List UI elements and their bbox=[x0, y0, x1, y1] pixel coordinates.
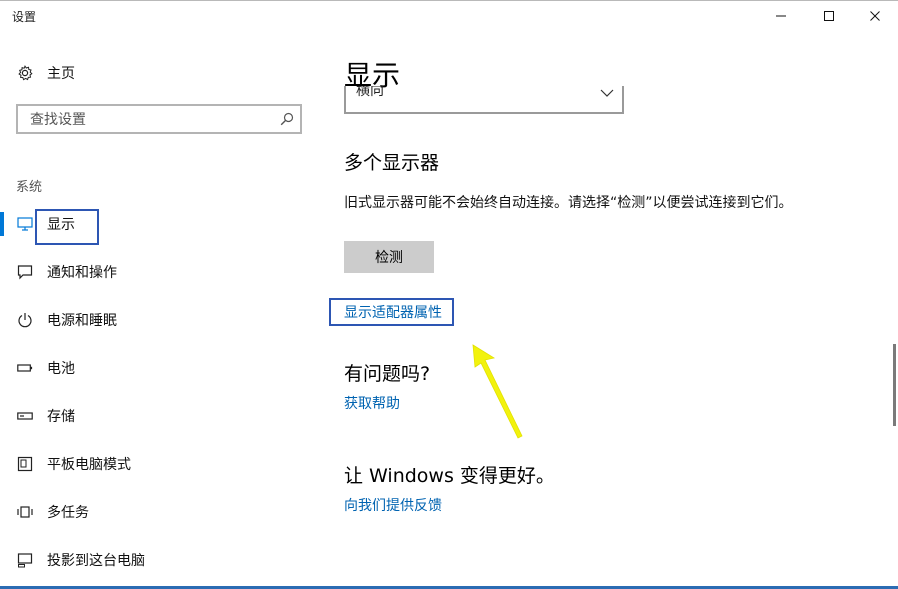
close-icon bbox=[870, 11, 880, 21]
battery-icon bbox=[16, 359, 34, 377]
sidebar-item-battery[interactable]: 电池 bbox=[16, 356, 296, 380]
sidebar-item-label: 通知和操作 bbox=[47, 265, 117, 281]
close-button[interactable] bbox=[852, 0, 898, 32]
sidebar-item-multitasking[interactable]: 多任务 bbox=[16, 500, 296, 524]
minimize-button[interactable] bbox=[758, 0, 804, 32]
make-windows-better-heading: 让 Windows 变得更好。 bbox=[344, 465, 555, 487]
get-help-link[interactable]: 获取帮助 bbox=[344, 393, 400, 413]
sidebar-item-project[interactable]: 投影到这台电脑 bbox=[16, 548, 296, 572]
search-box[interactable] bbox=[16, 104, 302, 134]
gear-icon bbox=[16, 64, 34, 82]
sidebar-item-label: 平板电脑模式 bbox=[47, 457, 131, 473]
question-heading: 有问题吗? bbox=[344, 363, 431, 385]
sidebar-item-notifications[interactable]: 通知和操作 bbox=[16, 260, 296, 284]
maximize-icon bbox=[824, 11, 834, 21]
search-icon bbox=[280, 112, 294, 126]
give-feedback-link[interactable]: 向我们提供反馈 bbox=[344, 495, 442, 515]
annotation-arrow-icon bbox=[472, 344, 523, 439]
search-input[interactable] bbox=[28, 111, 272, 129]
maximize-button[interactable] bbox=[806, 0, 852, 32]
power-icon bbox=[16, 311, 34, 329]
display-adapter-properties-link[interactable]: 显示适配器属性 bbox=[344, 302, 442, 322]
sidebar-item-label: 电池 bbox=[47, 361, 75, 377]
active-item-indicator bbox=[0, 212, 4, 236]
multiple-displays-description: 旧式显示器可能不会始终自动连接。请选择“检测”以便尝试连接到它们。 bbox=[344, 195, 793, 211]
monitor-icon bbox=[16, 215, 34, 233]
sidebar-item-tablet-mode[interactable]: 平板电脑模式 bbox=[16, 452, 296, 476]
multiple-displays-heading: 多个显示器 bbox=[344, 152, 440, 174]
scrollbar-thumb[interactable] bbox=[893, 344, 896, 426]
sidebar-home[interactable]: 主页 bbox=[16, 62, 276, 84]
minimize-icon bbox=[776, 15, 786, 17]
orientation-value: 横向 bbox=[356, 86, 384, 99]
multitasking-icon bbox=[16, 503, 34, 521]
sidebar-section-heading: 系统 bbox=[16, 180, 43, 195]
notification-icon bbox=[16, 263, 34, 281]
sidebar-item-label: 存储 bbox=[47, 409, 75, 425]
tablet-mode-icon bbox=[16, 455, 34, 473]
sidebar-home-label: 主页 bbox=[47, 66, 75, 82]
storage-icon bbox=[16, 407, 34, 425]
window-title: 设置 bbox=[12, 10, 37, 24]
sidebar-item-label: 多任务 bbox=[47, 505, 89, 521]
detect-button[interactable]: 检测 bbox=[344, 241, 434, 273]
sidebar-item-storage[interactable]: 存储 bbox=[16, 404, 296, 428]
sidebar-item-label: 投影到这台电脑 bbox=[47, 553, 145, 569]
sidebar-item-label: 电源和睡眠 bbox=[47, 313, 117, 329]
project-icon bbox=[16, 551, 34, 569]
sidebar-item-power[interactable]: 电源和睡眠 bbox=[16, 308, 296, 332]
orientation-dropdown[interactable]: 横向 bbox=[344, 86, 624, 114]
chevron-down-icon bbox=[600, 89, 614, 97]
highlight-box-display bbox=[35, 209, 99, 245]
